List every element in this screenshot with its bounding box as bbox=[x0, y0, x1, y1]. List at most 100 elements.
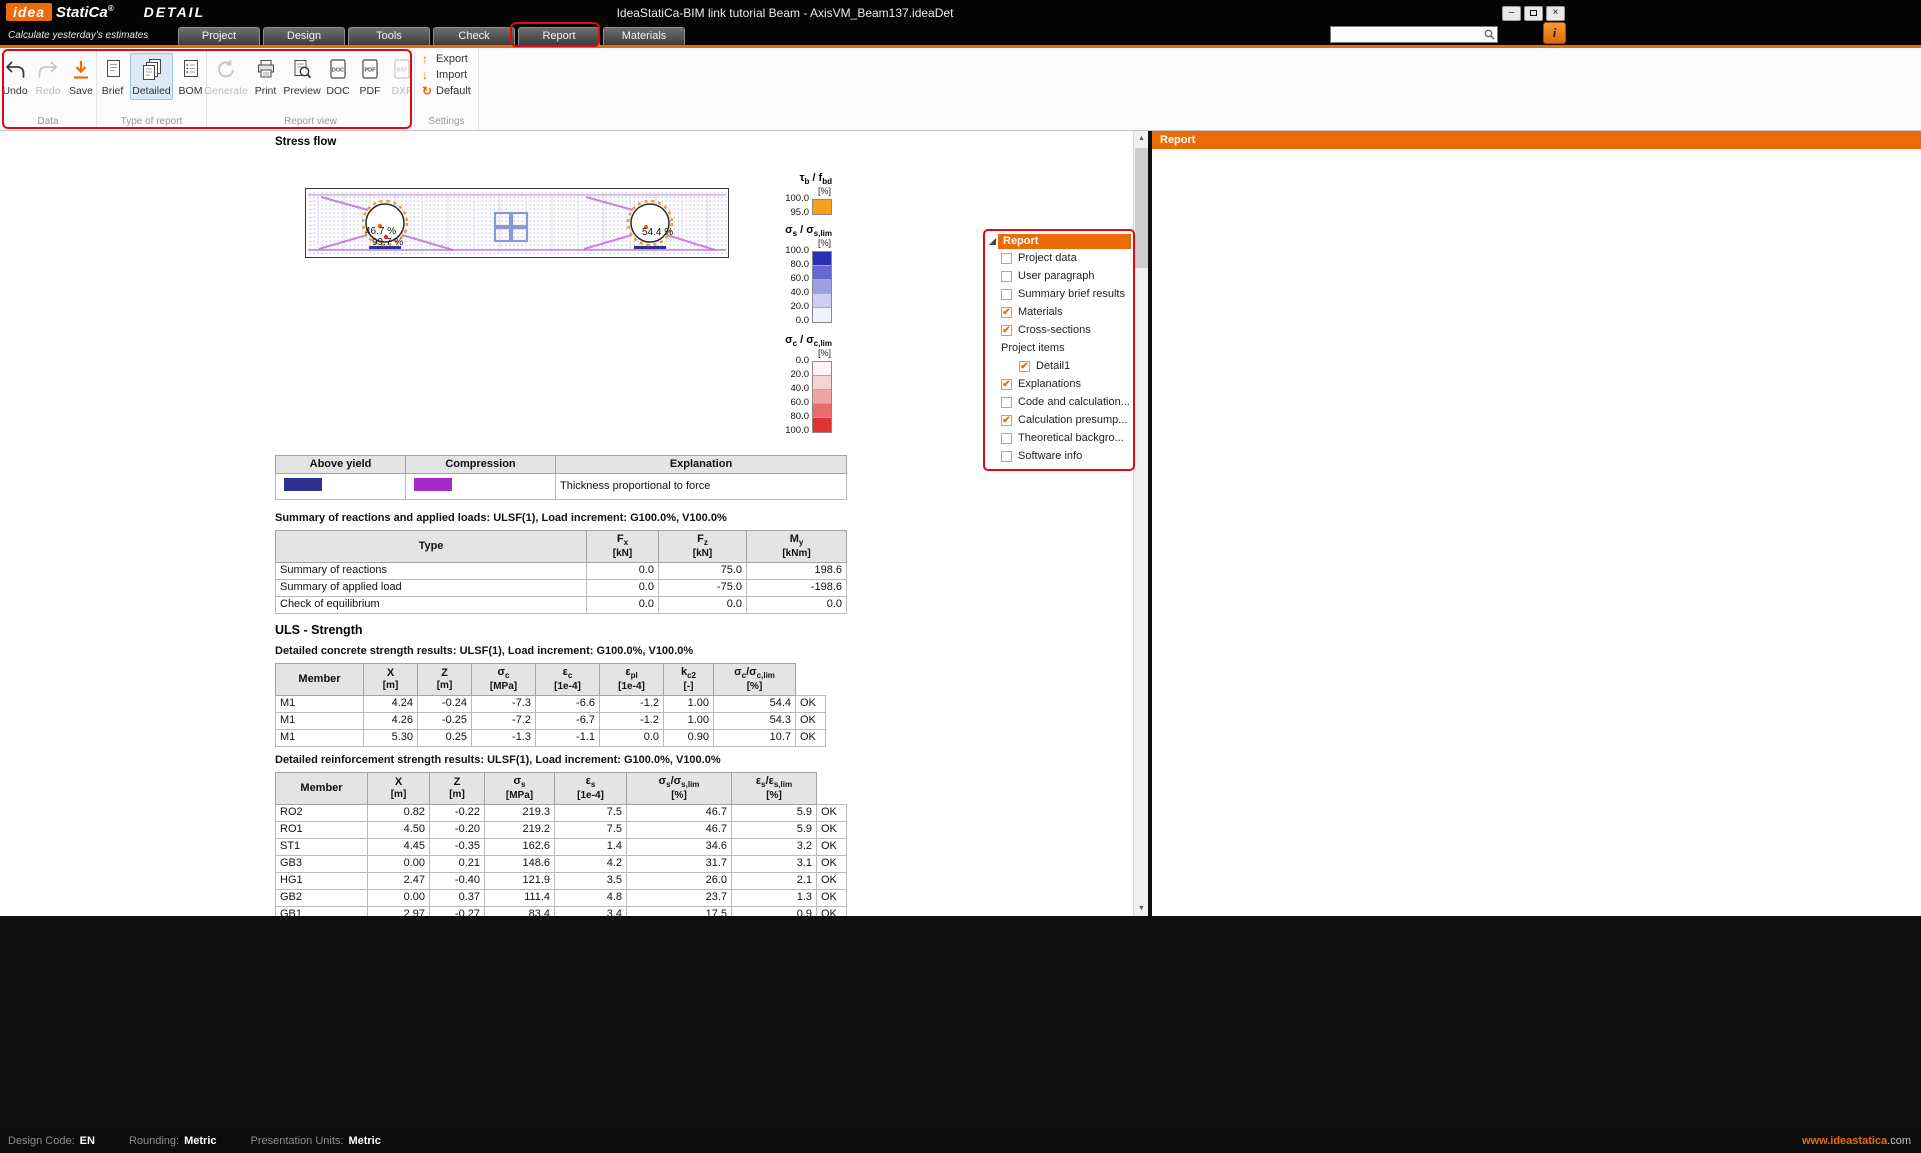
report-tree-item[interactable]: Project data bbox=[987, 249, 1131, 267]
tagline: Calculate yesterday's estimates bbox=[8, 30, 148, 41]
preview-button[interactable]: Preview bbox=[283, 53, 321, 100]
report-tree-item[interactable]: Software info bbox=[987, 447, 1131, 465]
undo-button[interactable]: Undo bbox=[0, 53, 31, 100]
table-cell: 0.25 bbox=[418, 729, 472, 746]
window-title: IdeaStatiCa-BIM link tutorial Beam - Axi… bbox=[400, 6, 1170, 20]
search-icon[interactable] bbox=[1481, 27, 1497, 42]
table-row: Check of equilibrium0.00.00.0 bbox=[276, 596, 847, 613]
column-header: εpl[1e-4] bbox=[600, 664, 664, 696]
checked-checkbox[interactable]: ✔ bbox=[1001, 415, 1012, 426]
unchecked-checkbox[interactable] bbox=[1001, 271, 1012, 282]
report-tree-item[interactable]: ✔Cross-sections bbox=[987, 321, 1131, 339]
table-cell: 121.9 bbox=[485, 872, 555, 889]
table-cell: 111.4 bbox=[485, 889, 555, 906]
search-input[interactable] bbox=[1331, 27, 1481, 42]
table-cell: 0.0 bbox=[659, 596, 747, 613]
scale-title: τb / fbd bbox=[766, 172, 832, 186]
unchecked-checkbox[interactable] bbox=[1001, 433, 1012, 444]
default-label: Default bbox=[436, 85, 471, 97]
tab-check[interactable]: Check bbox=[433, 27, 515, 45]
export-pdf-button[interactable]: PDF PDF bbox=[355, 53, 385, 100]
generate-label: Generate bbox=[204, 85, 248, 97]
report-tree-item[interactable]: ✔Detail1 bbox=[987, 357, 1131, 375]
website-suffix[interactable]: .com bbox=[1887, 1135, 1911, 1147]
table-cell: OK bbox=[817, 889, 847, 906]
checked-checkbox[interactable]: ✔ bbox=[1001, 307, 1012, 318]
scrollbar-thumb[interactable] bbox=[1135, 148, 1148, 268]
tab-report[interactable]: Report bbox=[518, 27, 600, 45]
report-tree-item[interactable]: ✔Materials bbox=[987, 303, 1131, 321]
ribbon: Undo Redo Save Data bbox=[0, 48, 1921, 131]
unchecked-checkbox[interactable] bbox=[1001, 253, 1012, 264]
import-settings-button[interactable]: ↓ Import bbox=[415, 67, 478, 83]
column-header: Fz[kN] bbox=[659, 531, 747, 563]
scale-title: σs / σs,lim bbox=[766, 224, 832, 238]
report-tree-item[interactable]: Summary brief results bbox=[987, 285, 1131, 303]
bom-button[interactable]: BOM bbox=[175, 53, 206, 100]
generate-icon bbox=[214, 56, 238, 84]
tab-materials[interactable]: Materials bbox=[603, 27, 685, 45]
print-button[interactable]: Print bbox=[250, 53, 281, 100]
tab-project[interactable]: Project bbox=[178, 27, 260, 45]
website-link[interactable]: www.ideastatica.com bbox=[1802, 1135, 1911, 1147]
export-settings-button[interactable]: ↑ Export bbox=[415, 51, 478, 67]
table-cell: 4.24 bbox=[364, 695, 418, 712]
scale-segment bbox=[813, 362, 831, 376]
tab-tools[interactable]: Tools bbox=[348, 27, 430, 45]
above-yield-swatch bbox=[284, 478, 322, 491]
table-cell: RO1 bbox=[276, 821, 368, 838]
checked-checkbox[interactable]: ✔ bbox=[1001, 325, 1012, 336]
legend-header-above-yield: Above yield bbox=[276, 456, 406, 474]
maximize-button[interactable] bbox=[1524, 6, 1543, 21]
minimize-button[interactable]: – bbox=[1502, 6, 1521, 21]
table-cell: 219.2 bbox=[485, 821, 555, 838]
report-tree-item[interactable]: Theoretical backgro... bbox=[987, 429, 1131, 447]
unchecked-checkbox[interactable] bbox=[1001, 397, 1012, 408]
scale-concrete-stress: σc / σc,lim [%] 0.020.040.060.080.0100.0 bbox=[766, 334, 832, 433]
unchecked-checkbox[interactable] bbox=[1001, 289, 1012, 300]
default-settings-button[interactable]: ↻ Default bbox=[415, 83, 478, 99]
scale-tick-label: 100.0 bbox=[785, 193, 809, 205]
report-tree-item[interactable]: Code and calculation... bbox=[987, 393, 1131, 411]
group-label-data: Data bbox=[0, 116, 96, 127]
report-tree-item[interactable]: ✔ Calculation presump... bbox=[987, 411, 1131, 429]
table-cell: M1 bbox=[276, 712, 364, 729]
unchecked-checkbox[interactable] bbox=[1001, 451, 1012, 462]
report-scrollbar[interactable]: ▲ ▼ bbox=[1133, 131, 1148, 916]
save-button[interactable]: Save bbox=[66, 53, 97, 100]
collapse-icon[interactable] bbox=[987, 238, 998, 245]
side-panel-header: Report bbox=[1152, 131, 1921, 149]
detailed-button[interactable]: Detailed bbox=[130, 53, 173, 100]
table-cell: 1.00 bbox=[664, 695, 714, 712]
title-bar: idea StatiCa® DETAIL IdeaStatiCa-BIM lin… bbox=[0, 0, 1921, 27]
doc-label: DOC bbox=[326, 85, 349, 97]
table-cell: -0.22 bbox=[430, 804, 485, 821]
scale-bond-stress: τb / fbd [%] 100.095.0 bbox=[766, 172, 832, 215]
stress-flow-heading: Stress flow bbox=[275, 136, 336, 148]
report-tree-item[interactable]: User paragraph bbox=[987, 267, 1131, 285]
scroll-up-icon[interactable]: ▲ bbox=[1134, 131, 1149, 146]
tab-design[interactable]: Design bbox=[263, 27, 345, 45]
tree-item-label: Calculation presump... bbox=[1018, 414, 1127, 426]
pdf-label: PDF bbox=[360, 85, 381, 97]
scroll-down-icon[interactable]: ▼ bbox=[1134, 901, 1149, 916]
scale-tick-label: 80.0 bbox=[791, 411, 810, 423]
export-doc-button[interactable]: DOC DOC bbox=[323, 53, 353, 100]
close-button[interactable]: × bbox=[1546, 6, 1565, 21]
tree-header[interactable]: Report bbox=[998, 234, 1131, 249]
info-button[interactable]: i bbox=[1543, 22, 1566, 44]
table-cell: 31.7 bbox=[627, 855, 732, 872]
brief-button[interactable]: Brief bbox=[97, 53, 128, 100]
tree-item-label: Project items bbox=[1001, 342, 1065, 354]
report-tree-item[interactable]: ✔Explanations bbox=[987, 375, 1131, 393]
report-tree: Project dataUser paragraphSummary brief … bbox=[987, 249, 1131, 465]
detailed-report-icon bbox=[139, 56, 165, 84]
website-text[interactable]: www.ideastatica bbox=[1802, 1135, 1887, 1147]
save-icon bbox=[69, 56, 93, 84]
table-row: RO20.82-0.22219.37.546.75.9OK bbox=[276, 804, 847, 821]
pdf-file-icon: PDF bbox=[358, 56, 382, 84]
report-canvas[interactable]: Stress flow bbox=[0, 131, 1133, 916]
table-cell: 0.0 bbox=[587, 562, 659, 579]
checked-checkbox[interactable]: ✔ bbox=[1001, 379, 1012, 390]
checked-checkbox[interactable]: ✔ bbox=[1019, 361, 1030, 372]
